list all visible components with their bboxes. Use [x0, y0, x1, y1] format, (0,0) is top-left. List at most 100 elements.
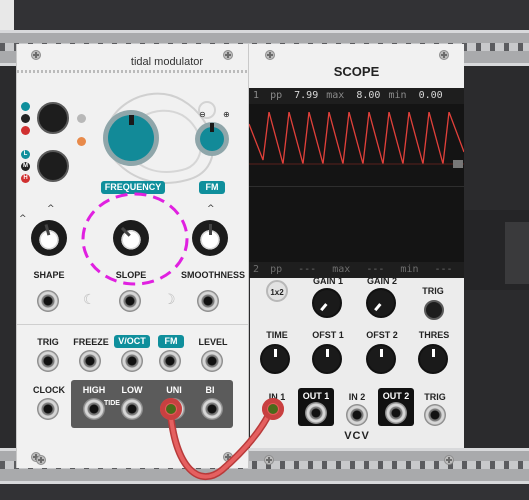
fm-knob[interactable] [200, 123, 224, 151]
cable-plug-in1[interactable] [262, 398, 284, 420]
status-led [77, 114, 86, 123]
range-led-mid: M [21, 162, 30, 171]
ch2-min-value: --- [434, 264, 453, 275]
screw [31, 50, 41, 60]
gain2-label: GAIN 2 [366, 276, 397, 286]
rail-screw [444, 455, 454, 465]
shape-cv-jack[interactable] [37, 290, 59, 312]
gain1-label: GAIN 1 [312, 276, 343, 286]
trig-button[interactable] [424, 300, 444, 320]
smoothness-cv-jack[interactable] [197, 290, 219, 312]
output-section: HIGH LOW UNI BI TIDE [71, 380, 233, 428]
level-label: LEVEL [198, 337, 228, 347]
high-label: HIGH [82, 385, 106, 395]
ch2-min-label: min [400, 264, 419, 275]
ofst2-label: OFST 2 [366, 330, 398, 340]
thres-label: THRES [418, 330, 450, 340]
title-ornament [17, 70, 248, 73]
ch2-number: 2 [253, 264, 260, 275]
minus-icon: ⊖ [199, 110, 206, 119]
gain2-knob[interactable] [366, 288, 396, 318]
shape-label: SHAPE [33, 270, 65, 280]
moon-icon: ☾ [83, 292, 96, 308]
slope-cv-jack[interactable] [119, 290, 141, 312]
range-led-high: H [21, 174, 30, 183]
out1-box: OUT 1 [298, 388, 334, 426]
ch2-pp-value: --- [298, 264, 317, 275]
time-knob[interactable] [260, 344, 290, 374]
status-led-orange [77, 137, 86, 146]
scope-panel: SCOPE 1 pp 7.99 max 8.00 min 0.00 2 pp -… [249, 44, 464, 278]
voct-label: V/OCT [114, 335, 150, 348]
ch1-max-value: 8.00 [356, 90, 381, 101]
shape-knob[interactable] [31, 220, 67, 256]
range-button[interactable] [37, 150, 69, 182]
vcv-logo: VCV [344, 430, 370, 442]
frequency-knob[interactable] [108, 115, 154, 161]
thres-knob[interactable] [418, 344, 448, 374]
mode-led [21, 102, 30, 111]
trig-input-jack[interactable] [424, 404, 446, 426]
out2-box: OUT 2 [378, 388, 414, 426]
mode-led [21, 126, 30, 135]
module-title: tidal modulator [130, 56, 204, 68]
ch1-stats: 1 pp 7.99 max 8.00 min 0.00 [249, 88, 464, 104]
ch2-max-label: max [332, 264, 351, 275]
screw [439, 50, 449, 60]
shape-icon: ^ [47, 204, 55, 214]
level-jack[interactable] [201, 350, 223, 372]
uni-label: UNI [166, 385, 182, 395]
scope-title: SCOPE [333, 64, 380, 79]
range-led-low: L [21, 150, 30, 159]
ch1-max-label: max [326, 90, 345, 101]
ch1-min-value: 0.00 [418, 90, 443, 101]
ch1-min-label: min [388, 90, 407, 101]
trigger-marker-icon [453, 160, 463, 168]
plus-icon: ⊕ [223, 110, 230, 119]
bi-jack[interactable] [201, 398, 223, 420]
smooth-icon: ^ [207, 204, 215, 214]
rail-screw [264, 455, 274, 465]
freeze-jack[interactable] [79, 350, 101, 372]
clock-label: CLOCK [33, 385, 65, 395]
voct-jack[interactable] [121, 350, 143, 372]
scope-display[interactable]: 1 pp 7.99 max 8.00 min 0.00 2 pp --- max… [249, 88, 464, 278]
moon-icon: ☽ [163, 292, 176, 308]
ofst1-knob[interactable] [312, 344, 342, 374]
tidal-modulator-panel: tidal modulator L M H ⊖ ⊕ FREQUENCY FM ^… [16, 44, 249, 468]
screw [265, 50, 275, 60]
gain1-knob[interactable] [312, 288, 342, 318]
low-label: LOW [121, 385, 143, 395]
out1-label: OUT 1 [302, 391, 330, 401]
fm-label: FM [199, 181, 225, 194]
clock-jack[interactable] [37, 398, 59, 420]
left-module-edge [0, 0, 14, 30]
ofst2-knob[interactable] [366, 344, 396, 374]
smoothness-knob[interactable] [192, 220, 228, 256]
freeze-label: FREEZE [73, 337, 109, 347]
out2-jack[interactable] [385, 402, 407, 424]
rack-connector [505, 222, 529, 284]
trig-jack[interactable] [37, 350, 59, 372]
slope-highlight-circle [81, 192, 189, 286]
rack-row-bottom [0, 484, 529, 500]
fm-input-jack[interactable] [159, 350, 181, 372]
trig-label: TRIG [422, 286, 444, 296]
low-jack[interactable] [121, 398, 143, 420]
in2-jack[interactable] [346, 404, 368, 426]
mode-led [21, 114, 30, 123]
time-label: TIME [266, 330, 288, 340]
cable-plug-uni[interactable] [160, 398, 182, 420]
fm-input-label: FM [158, 335, 184, 348]
trig-input-label: TRIG [424, 392, 446, 402]
x1x2-label: 1x2 [270, 288, 284, 297]
shape-mode-button[interactable] [37, 102, 69, 134]
ch1-pp-label: pp [270, 90, 283, 101]
out1-jack[interactable] [305, 402, 327, 424]
screw [223, 452, 233, 462]
high-jack[interactable] [83, 398, 105, 420]
ch1-number: 1 [253, 90, 260, 101]
ch2-stats: 2 pp --- max --- min --- [249, 262, 464, 278]
ch2-max-value: --- [366, 264, 385, 275]
scope-controls-panel: 1x2 GAIN 1 GAIN 2 TRIG TIME OFST 1 OFST … [250, 276, 464, 448]
